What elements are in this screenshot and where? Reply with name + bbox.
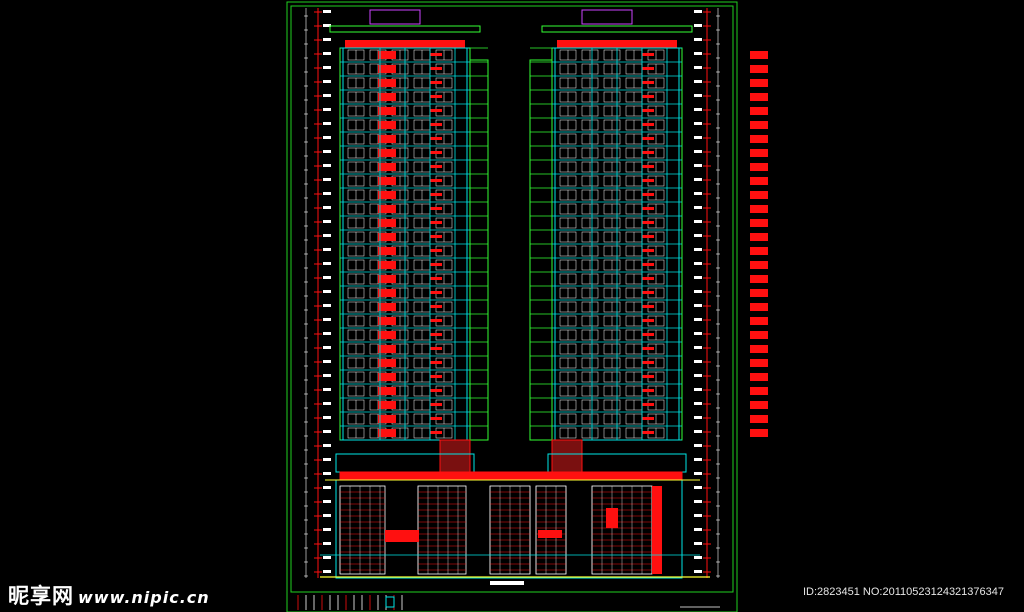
watermark-site: www.nipic.cn bbox=[78, 588, 210, 607]
watermark: 昵享网 www.nipic.cn bbox=[8, 580, 210, 610]
cad-elevation-drawing bbox=[0, 0, 1024, 612]
image-id-text: ID:2823451 NO:20110523124321376347 bbox=[802, 586, 1004, 598]
watermark-logo: 昵享网 bbox=[8, 584, 74, 608]
